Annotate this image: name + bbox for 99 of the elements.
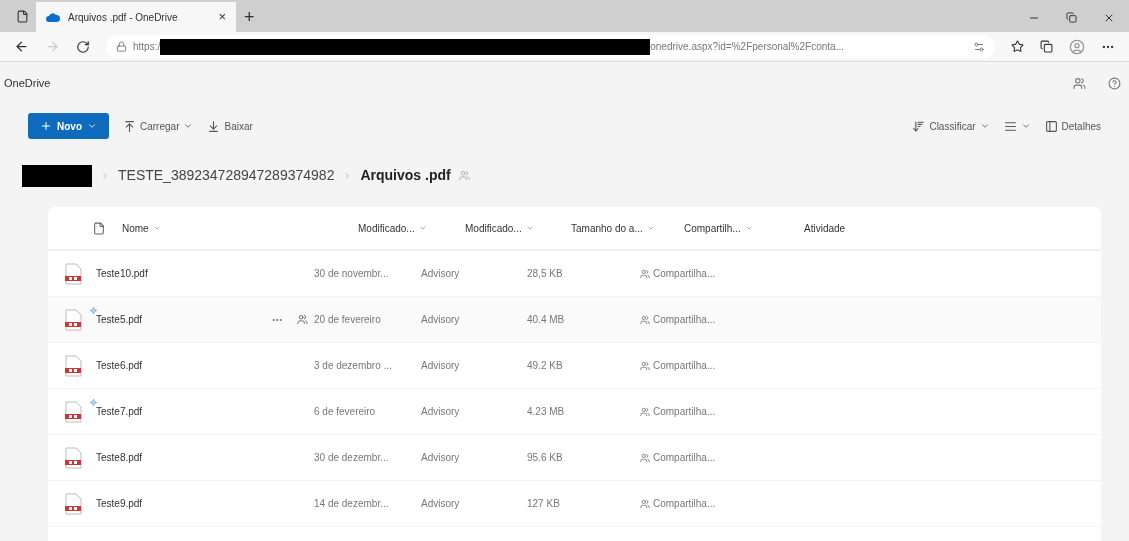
column-header[interactable]: Compartilh...: [684, 220, 741, 236]
shared-icon: [640, 498, 650, 509]
sort-caret-icon: [744, 224, 753, 232]
cloud-icon: [46, 12, 60, 22]
shared-icon: [640, 406, 650, 417]
sharing-status: Compartilha...: [653, 313, 716, 327]
sort-caret-icon: [418, 224, 427, 232]
sort-caret-icon: [152, 224, 161, 232]
profile-icon[interactable]: [1069, 38, 1085, 55]
sharing-status: Compartilha...: [653, 451, 716, 465]
file-name[interactable]: Teste5.pdf: [96, 312, 271, 327]
details-icon: [1044, 119, 1058, 133]
modified-by: Advisory: [421, 313, 461, 327]
view-button[interactable]: [1003, 119, 1031, 133]
caret-icon: [979, 121, 990, 131]
sharing-status: Compartilha...: [653, 405, 716, 419]
shared-icon: [640, 268, 650, 279]
modified-by: Advisory: [421, 497, 461, 511]
chevron-right-icon: [100, 170, 110, 181]
pdf-file-icon: [64, 354, 82, 377]
file-name[interactable]: Teste9.pdf: [96, 496, 314, 511]
back-icon[interactable]: [14, 39, 29, 54]
address-bar[interactable]: https:/ onedrive.aspx?id=%2Fpersonal%2Fconta...: [106, 34, 995, 59]
file-row[interactable]: Teste9.pdf 14 de dezembr... Advisory 127 KB Compartilha...: [48, 481, 1101, 527]
sort-caret-icon: [525, 224, 534, 232]
shared-icon: [640, 452, 650, 463]
modified-date: 30 de novembr...: [314, 267, 390, 281]
column-header[interactable]: Modificado...: [358, 220, 415, 236]
sort-button[interactable]: Classificar: [912, 118, 990, 134]
modified-by: Advisory: [421, 405, 461, 419]
tab-close-button[interactable]: ×: [218, 7, 226, 27]
file-size: 95.6 KB: [527, 451, 564, 465]
restore-icon[interactable]: [1066, 12, 1077, 23]
pdf-file-icon: [64, 492, 82, 515]
file-size: 28,5 KB: [527, 267, 564, 281]
file-name[interactable]: Teste6.pdf: [96, 358, 314, 373]
modified-date: 20 de fevereiro: [314, 313, 382, 327]
pdf-file-icon: [64, 262, 82, 285]
file-row[interactable]: Teste6.pdf 3 de dezembro ... Advisory 49.2 KB Compartilha...: [48, 343, 1101, 389]
upload-icon: [123, 119, 136, 133]
sort-icon: [912, 119, 926, 133]
lock-icon: [116, 41, 127, 52]
sharing-status: Compartilha...: [653, 497, 716, 511]
new-tab-button[interactable]: +: [244, 8, 255, 26]
download-button[interactable]: Baixar: [207, 118, 253, 134]
close-icon[interactable]: [1103, 12, 1115, 24]
shared-icon: [640, 314, 650, 325]
breadcrumb-item[interactable]: TESTE_389234728947289374982: [118, 165, 335, 186]
modified-by: Advisory: [421, 359, 461, 373]
modified-date: 6 de fevereiro: [314, 405, 377, 419]
file-size: 4.23 MB: [527, 405, 566, 419]
favorites-icon[interactable]: [1011, 40, 1024, 53]
pdf-file-icon: [64, 446, 82, 469]
file-row[interactable]: Teste5.pdf 20 de fevereiro Advisory 40.4 MB Compartilha...: [48, 297, 1101, 343]
share-icon[interactable]: [297, 314, 308, 325]
column-header[interactable]: Nome: [122, 220, 149, 236]
browser-tab[interactable]: Arquivos .pdf - OneDrive ×: [36, 2, 236, 32]
redaction-bar: [22, 164, 92, 187]
refresh-icon[interactable]: [76, 39, 90, 54]
upload-button[interactable]: Carregar: [123, 118, 194, 134]
sharing-status: Compartilha...: [653, 267, 716, 281]
modified-by: Advisory: [421, 267, 461, 281]
modified-date: 3 de dezembro ...: [314, 359, 393, 373]
download-icon: [207, 119, 221, 133]
sharing-status: Compartilha...: [653, 359, 716, 373]
shared-icon: [458, 170, 470, 181]
file-row[interactable]: Teste7.pdf 6 de fevereiro Advisory 4.23 MB Compartilha...: [48, 389, 1101, 435]
app-title: OneDrive: [4, 75, 52, 91]
new-button[interactable]: Novo: [28, 113, 109, 139]
sort-caret-icon: [646, 224, 655, 232]
modified-date: 30 de dezembr...: [314, 451, 390, 465]
list-view-icon: [1003, 119, 1017, 133]
file-name[interactable]: Teste10.pdf: [96, 266, 314, 281]
caret-icon: [183, 121, 194, 131]
file-name[interactable]: Teste7.pdf: [96, 404, 314, 419]
pdf-file-icon: [64, 308, 82, 331]
url-text: https:/: [133, 40, 161, 54]
tab-title: Arquivos .pdf - OneDrive: [68, 10, 179, 25]
details-button[interactable]: Detalhes: [1044, 118, 1101, 134]
pdf-file-icon: [64, 400, 82, 423]
column-header[interactable]: Modificado...: [465, 220, 522, 236]
file-size: 127 KB: [527, 497, 561, 511]
file-size: 49.2 KB: [527, 359, 564, 373]
file-row[interactable]: Teste8.pdf 30 de dezembr... Advisory 95.6 KB Compartilha...: [48, 435, 1101, 481]
modified-by: Advisory: [421, 451, 461, 465]
file-size: 40.4 MB: [527, 313, 566, 327]
collections-icon[interactable]: [1040, 40, 1053, 53]
url-text: onedrive.aspx?id=%2Fpersonal%2Fconta...: [650, 40, 845, 54]
file-name[interactable]: Teste8.pdf: [96, 450, 314, 465]
breadcrumb-item[interactable]: Arquivos .pdf: [360, 165, 451, 186]
plus-icon: [40, 120, 52, 132]
help-icon[interactable]: [1108, 76, 1121, 90]
column-header[interactable]: Atividade: [804, 220, 846, 236]
caret-icon: [1020, 121, 1031, 131]
people-icon[interactable]: [1073, 76, 1086, 90]
caret-icon: [87, 121, 97, 131]
shared-icon: [640, 360, 650, 371]
modified-date: 14 de dezembr...: [314, 497, 390, 511]
column-header[interactable]: Tamanho do a...: [571, 220, 643, 236]
